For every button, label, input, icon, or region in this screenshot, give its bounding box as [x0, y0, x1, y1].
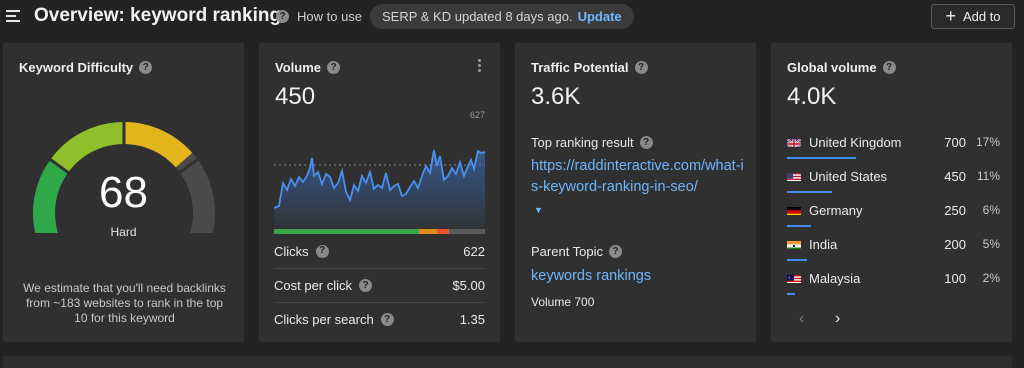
clicks-per-search-label: Clicks per search	[274, 312, 374, 327]
country-share-bar	[787, 259, 807, 261]
traffic-value: 3.6K	[531, 83, 581, 110]
parent-topic-link[interactable]: keywords rankings	[531, 268, 651, 284]
country-row-de[interactable]: Germany 250 6%	[787, 199, 1000, 227]
country-share-bar	[787, 293, 795, 295]
cpc-label: Cost per click	[274, 278, 353, 293]
country-name: United States	[809, 168, 888, 184]
volume-card: Volume ? 450 627 Clicks? 622 Cost per cl…	[259, 43, 500, 342]
country-volume: 100	[944, 270, 966, 286]
country-share-bar	[787, 157, 856, 159]
help-icon[interactable]: ?	[882, 61, 896, 74]
cpc-row: Cost per click? $5.00	[274, 268, 485, 302]
kd-title-text: Keyword Difficulty	[19, 60, 134, 75]
uk-flag-icon	[787, 137, 801, 147]
how-to-use-link[interactable]: ? How to use	[276, 9, 362, 24]
country-percent: 6%	[982, 203, 1000, 217]
keyword-difficulty-card: Keyword Difficulty ? 68 Hard We estimate…	[3, 43, 244, 342]
country-row-in[interactable]: India 200 5%	[787, 233, 1000, 261]
country-percent: 5%	[982, 237, 1000, 251]
help-icon[interactable]: ?	[359, 279, 373, 292]
volume-value: 450	[275, 83, 316, 110]
next-section-strip	[3, 356, 1012, 368]
gauge-segment-lime	[50, 122, 125, 173]
add-to-label: Add to	[962, 9, 1001, 24]
kd-score: 68	[99, 168, 148, 217]
help-icon[interactable]: ?	[139, 61, 153, 74]
country-percent: 11%	[976, 169, 1000, 183]
country-row-us[interactable]: United States 450 11%	[787, 165, 1000, 193]
cpc-value: $5.00	[452, 278, 485, 293]
top-result-label-text: Top ranking result	[531, 135, 634, 150]
page-title: Overview: keyword ranking	[34, 5, 282, 26]
country-percent: 2%	[982, 271, 1000, 285]
india-flag-icon	[787, 239, 801, 249]
plus-icon: +	[945, 5, 956, 26]
kd-level: Hard	[110, 225, 137, 239]
country-name: Germany	[809, 202, 863, 218]
malaysia-flag-icon	[787, 273, 801, 283]
update-link[interactable]: Update	[578, 9, 622, 24]
volume-title: Volume ?	[275, 60, 340, 75]
country-name: Malaysia	[809, 270, 861, 286]
update-status-badge: SERP & KD updated 8 days ago. Update	[370, 4, 634, 29]
clicks-value: 622	[463, 243, 485, 259]
kd-description: We estimate that you'll need backlinks f…	[23, 281, 226, 325]
traffic-potential-card: Traffic Potential ? 3.6K Top ranking res…	[515, 43, 756, 342]
us-flag-icon	[787, 171, 801, 181]
expand-caret-icon[interactable]: ▼	[534, 205, 543, 215]
volume-trend-chart	[274, 149, 485, 228]
help-icon[interactable]: ?	[634, 61, 648, 74]
status-text: SERP & KD updated 8 days ago.	[382, 9, 573, 24]
country-row-uk[interactable]: United Kingdom 700 17%	[787, 131, 1000, 159]
menu-icon[interactable]	[6, 10, 20, 22]
clicks-row: Clicks? 622	[274, 234, 485, 268]
help-icon[interactable]: ?	[327, 61, 340, 74]
country-share-bar	[787, 225, 811, 227]
country-name: India	[809, 236, 838, 252]
global-title: Global volume ?	[787, 60, 896, 75]
volume-title-text: Volume	[275, 60, 321, 75]
country-row-my[interactable]: Malaysia 100 2%	[787, 267, 1000, 295]
country-volume: 450	[944, 168, 966, 184]
help-icon[interactable]: ?	[380, 313, 394, 326]
parent-topic-label: Parent Topic ?	[531, 244, 623, 259]
kd-title: Keyword Difficulty ?	[19, 60, 153, 75]
help-icon[interactable]: ?	[639, 136, 653, 149]
parent-topic-label-text: Parent Topic	[531, 244, 604, 259]
clicks-label: Clicks	[274, 243, 309, 259]
top-result-label: Top ranking result ?	[531, 135, 653, 150]
country-name: United Kingdom	[809, 134, 902, 150]
clicks-per-search-value: 1.35	[459, 312, 485, 327]
more-options-icon[interactable]	[478, 59, 482, 74]
clicks-per-search-row: Clicks per search? 1.35	[274, 302, 485, 336]
traffic-title: Traffic Potential ?	[531, 60, 648, 75]
global-volume-card: Global volume ? 4.0K United Kingdom 700 …	[771, 43, 1012, 342]
parent-topic-volume: Volume 700	[531, 295, 595, 309]
add-to-button[interactable]: + Add to	[931, 4, 1015, 29]
country-share-bar	[787, 191, 832, 193]
germany-flag-icon	[787, 205, 801, 215]
chart-max-label: 627	[469, 110, 485, 120]
top-bar: Overview: keyword ranking ? How to use S…	[0, 0, 1024, 34]
country-percent: 17%	[975, 135, 1000, 149]
how-to-use-label: How to use	[297, 9, 363, 24]
chevron-left-icon[interactable]: ‹	[799, 310, 804, 328]
chevron-right-icon[interactable]: ›	[835, 310, 840, 328]
country-volume: 250	[944, 202, 966, 218]
global-title-text: Global volume	[787, 60, 877, 75]
global-volume-value: 4.0K	[787, 83, 837, 110]
volume-area	[274, 150, 485, 228]
country-volume: 700	[944, 134, 966, 150]
country-volume: 200	[944, 236, 966, 252]
help-icon[interactable]: ?	[609, 245, 623, 258]
help-icon: ?	[276, 10, 289, 23]
top-result-link[interactable]: https://raddinteractive.com/what-is-keyw…	[531, 156, 746, 198]
gauge-segment-yellow	[123, 122, 193, 168]
traffic-title-text: Traffic Potential	[531, 60, 629, 75]
help-icon[interactable]: ?	[315, 244, 329, 258]
